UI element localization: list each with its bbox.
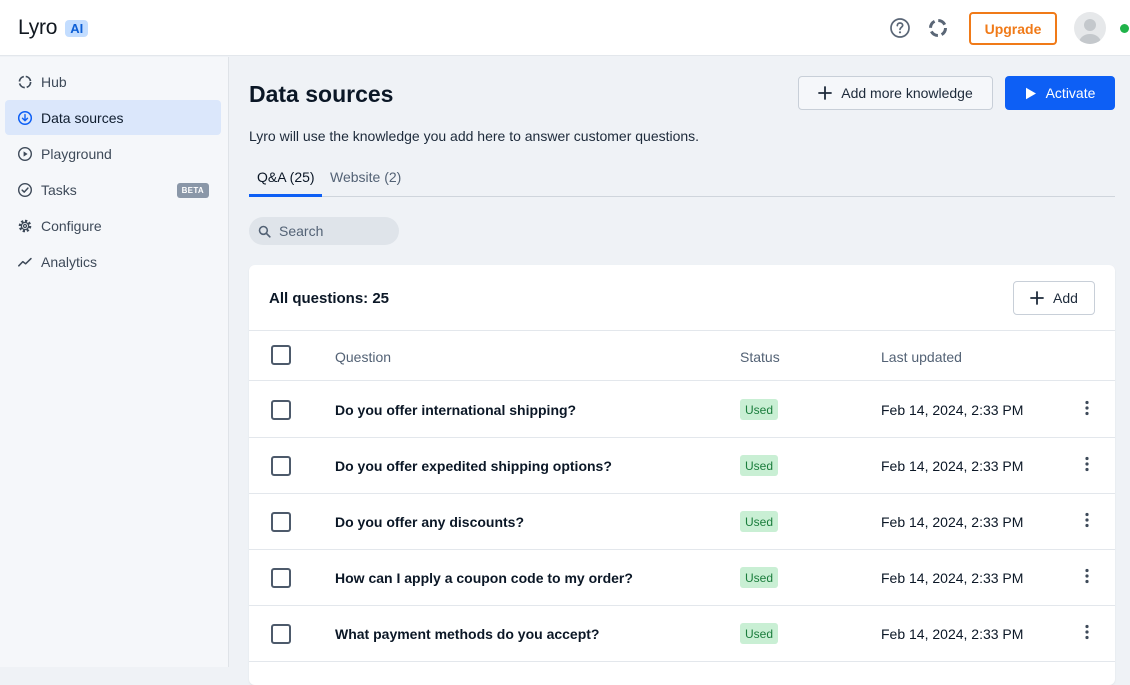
- plus-icon: [1030, 291, 1044, 305]
- active-tab-indicator: [249, 194, 322, 197]
- status-badge: Used: [740, 455, 779, 476]
- add-label: Add: [1053, 290, 1078, 306]
- sidebar-item-label: Analytics: [41, 253, 98, 270]
- sidebar-item-label: Hub: [41, 73, 67, 90]
- last-updated: Feb 14, 2024, 2:33 PM: [881, 626, 1024, 642]
- activate-button[interactable]: Activate: [1005, 76, 1115, 110]
- upgrade-button[interactable]: Upgrade: [969, 12, 1057, 45]
- last-updated: Feb 14, 2024, 2:33 PM: [881, 514, 1024, 530]
- activate-label: Activate: [1045, 85, 1096, 101]
- sidebar-item-label: Data sources: [41, 109, 124, 126]
- sidebar-item-tasks[interactable]: Tasks BETA: [5, 172, 221, 207]
- status-badge: Used: [740, 623, 779, 644]
- select-all-checkbox[interactable]: [271, 345, 291, 365]
- sidebar-item-label: Tasks: [41, 181, 77, 198]
- column-last-updated: Last updated: [881, 349, 962, 365]
- more-vertical-icon[interactable]: [1079, 456, 1095, 476]
- questions-count-title: All questions: 25: [269, 290, 390, 307]
- more-vertical-icon[interactable]: [1079, 512, 1095, 532]
- question-text[interactable]: Do you offer international shipping?: [335, 402, 576, 418]
- more-vertical-icon[interactable]: [1079, 568, 1095, 588]
- more-vertical-icon[interactable]: [1079, 624, 1095, 644]
- last-updated: Feb 14, 2024, 2:33 PM: [881, 402, 1024, 418]
- brand-name: Lyro: [18, 16, 58, 39]
- check-circle-icon: [17, 182, 33, 198]
- beta-badge: BETA: [176, 183, 209, 198]
- sidebar-item-label: Playground: [41, 145, 112, 162]
- questions-card: All questions: 25 Add Question Status La…: [249, 265, 1115, 685]
- last-updated: Feb 14, 2024, 2:33 PM: [881, 458, 1024, 474]
- loader-icon[interactable]: [927, 17, 949, 39]
- add-more-knowledge-label: Add more knowledge: [841, 85, 973, 101]
- sidebar-item-playground[interactable]: Playground: [5, 136, 221, 171]
- data-sources-icon: [17, 110, 33, 126]
- row-checkbox[interactable]: [271, 512, 291, 532]
- add-more-knowledge-button[interactable]: Add more knowledge: [798, 76, 993, 110]
- last-updated: Feb 14, 2024, 2:33 PM: [881, 570, 1024, 586]
- card-header: All questions: 25 Add: [249, 265, 1115, 331]
- play-icon: [1025, 87, 1037, 100]
- row-checkbox[interactable]: [271, 568, 291, 588]
- sidebar-item-label: Configure: [41, 217, 102, 234]
- column-status: Status: [740, 349, 780, 365]
- column-question: Question: [335, 349, 392, 365]
- row-checkbox[interactable]: [271, 624, 291, 644]
- tab-bar: Q&A (25) Website (2): [249, 161, 1115, 197]
- sidebar-item-hub[interactable]: Hub: [5, 64, 221, 99]
- search-icon: [258, 225, 271, 238]
- help-circle-icon[interactable]: [889, 17, 911, 39]
- brand-logo[interactable]: Lyro AI: [18, 16, 89, 40]
- table-row[interactable]: What payment methods do you accept? Used…: [249, 606, 1115, 662]
- hub-icon: [17, 74, 33, 90]
- play-circle-icon: [17, 146, 33, 162]
- gear-icon: [17, 218, 33, 234]
- tab-qa[interactable]: Q&A (25): [257, 169, 315, 197]
- analytics-icon: [17, 254, 33, 270]
- table-row[interactable]: Do you offer any discounts? Used Feb 14,…: [249, 494, 1115, 550]
- status-badge: Used: [740, 399, 779, 420]
- sidebar-item-configure[interactable]: Configure: [5, 208, 221, 243]
- row-checkbox[interactable]: [271, 400, 291, 420]
- question-text[interactable]: Do you offer expedited shipping options?: [335, 458, 612, 474]
- sidebar-item-analytics[interactable]: Analytics: [5, 244, 221, 279]
- table-row[interactable]: Do you offer expedited shipping options?…: [249, 438, 1115, 494]
- table-row[interactable]: Do you offer international shipping? Use…: [249, 382, 1115, 438]
- online-status-dot: [1120, 24, 1129, 33]
- avatar[interactable]: [1074, 12, 1106, 44]
- plus-icon: [818, 86, 833, 100]
- page-title: Data sources: [249, 81, 394, 107]
- table-row[interactable]: How can I apply a coupon code to my orde…: [249, 550, 1115, 606]
- status-badge: Used: [740, 567, 779, 588]
- brand-ai-badge: AI: [65, 19, 89, 37]
- add-question-button[interactable]: Add: [1013, 281, 1095, 315]
- more-vertical-icon[interactable]: [1079, 400, 1095, 420]
- status-badge: Used: [740, 511, 779, 532]
- top-header: Lyro AI Upgrade: [0, 0, 1130, 56]
- sidebar-item-data-sources[interactable]: Data sources: [5, 100, 221, 135]
- main-content: Data sources Add more knowledge Activate…: [230, 57, 1130, 685]
- search-box[interactable]: [249, 217, 399, 245]
- tab-website[interactable]: Website (2): [330, 169, 401, 197]
- row-checkbox[interactable]: [271, 456, 291, 476]
- question-text[interactable]: What payment methods do you accept?: [335, 626, 599, 642]
- page-subtitle: Lyro will use the knowledge you add here…: [249, 128, 700, 144]
- sidebar: Hub Data sources Playground Tasks BETA C…: [0, 57, 229, 667]
- question-text[interactable]: Do you offer any discounts?: [335, 514, 524, 530]
- search-input[interactable]: [279, 223, 389, 239]
- table-header: Question Status Last updated: [249, 332, 1115, 381]
- question-text[interactable]: How can I apply a coupon code to my orde…: [335, 570, 633, 586]
